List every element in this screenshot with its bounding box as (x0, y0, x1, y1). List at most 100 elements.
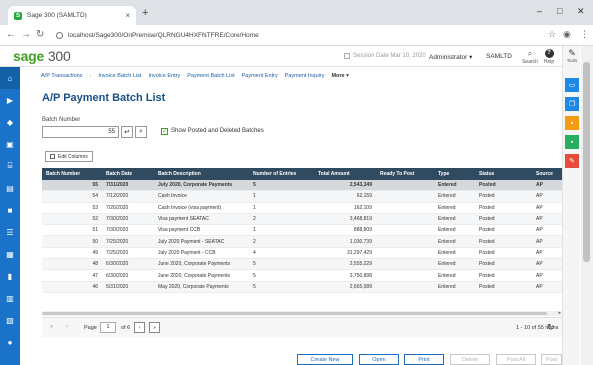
column-header-batch-number[interactable]: Batch Number (42, 171, 102, 177)
table-row[interactable]: 50 7/25/2020 July 2020 Payment - SEATAC 2 1,… (42, 236, 562, 248)
subnav-more-menu[interactable]: More ▾ (331, 73, 348, 79)
sidebar-item-tax[interactable]: ▧ (0, 309, 20, 331)
sidebar-item-reports[interactable]: ▥ (0, 287, 20, 309)
sidebar-item-orders[interactable]: ☰ (0, 221, 20, 243)
table-row[interactable]: 48 6/30/2020 June 2020, Corporate Payments… (42, 259, 562, 271)
sidebar-item-accounts-payable[interactable]: ▶ (0, 89, 20, 111)
sidebar-item-home[interactable]: ⌂ (0, 67, 20, 89)
company-name[interactable]: SAMLTD (486, 53, 512, 60)
subnav-payment-inquiry[interactable]: Payment Inquiry (285, 73, 325, 79)
column-header-status[interactable]: Status (475, 171, 532, 177)
batch-number-input[interactable]: 55 (42, 126, 119, 138)
print-button[interactable]: Print (404, 354, 444, 365)
forward-arrow-icon[interactable]: → (21, 29, 31, 41)
first-page-icon[interactable]: « (50, 324, 53, 330)
browser-menu-icon[interactable]: ⋮ (580, 29, 589, 40)
bookmark-star-icon[interactable]: ☆ (548, 29, 556, 40)
create-new-button[interactable]: Create New (297, 354, 353, 365)
tool-rail: ✎ Tools ▭ ❐ ▪ ▪ ✎ (562, 46, 580, 365)
cell-status: Posted (479, 261, 495, 268)
open-button[interactable]: Open (359, 354, 399, 365)
prev-page-icon[interactable]: ‹ (66, 324, 68, 330)
cell-status: Posted (479, 182, 496, 189)
cell-source: AP (536, 272, 543, 279)
header-help-button[interactable]: ? Help (541, 49, 557, 65)
column-header-total-amount[interactable]: Total Amount (314, 171, 376, 177)
page-number-input[interactable]: 1 (100, 322, 116, 333)
column-header-ready-to-post[interactable]: Ready To Post (376, 171, 434, 177)
table-row[interactable]: 55 7/31/2020 July 2020, Corporate Payments… (42, 180, 562, 192)
post-button[interactable]: Post (541, 354, 562, 365)
table-row[interactable]: 49 7/25/2020 July 2020 Payment - CCB 4 31,29… (42, 248, 562, 260)
sidebar-item-receivables[interactable]: ◆ (0, 111, 20, 133)
sidebar-item-folders[interactable]: ■ (0, 199, 20, 221)
column-header-batch-date[interactable]: Batch Date (102, 171, 154, 177)
rail-window-icon[interactable]: ▭ (565, 78, 579, 92)
cell-status: Posted (479, 272, 495, 279)
sidebar-item-settings[interactable]: ● (0, 331, 20, 353)
tools-button[interactable]: ✎ Tools (563, 48, 581, 63)
breadcrumb-ap-transactions[interactable]: A/P Transactions (41, 73, 82, 79)
column-header-number-of-entries[interactable]: Number of Entries (249, 171, 314, 177)
delete-button[interactable]: Delete (450, 354, 490, 365)
sidebar-item-inventory[interactable]: ▤ (0, 177, 20, 199)
table-row[interactable]: 47 6/30/2020 June 2020, Corporate Payments… (42, 270, 562, 282)
rail-note-icon[interactable]: ▪ (565, 116, 579, 130)
page-scrollbar-thumb[interactable] (583, 62, 590, 262)
site-info-icon[interactable] (56, 32, 63, 39)
subnav-payment-entry[interactable]: Payment Entry (242, 73, 278, 79)
table-row[interactable]: 51 7/30/2020 Visa payment CCB 1 888,809 Enter… (42, 225, 562, 237)
column-header-type[interactable]: Type (434, 171, 475, 177)
subnav-invoice-entry[interactable]: Invoice Entry (148, 73, 180, 79)
cell-source: AP (536, 216, 543, 223)
last-page-button[interactable]: » (149, 322, 160, 333)
rail-edit-icon[interactable]: ✎ (565, 154, 579, 168)
scroll-right-icon[interactable]: ▸ (558, 310, 561, 316)
table-row[interactable]: 46 5/31/2020 May 2020, Corporate Payments 5… (42, 281, 562, 293)
sidebar-item-documents[interactable]: ▮ (0, 265, 20, 287)
column-header-source[interactable]: Source (532, 171, 562, 177)
post-all-button[interactable]: Post All (496, 354, 536, 365)
cell-batch-number: 54 (92, 193, 98, 200)
show-posted-checkbox[interactable]: ✓ (161, 128, 168, 135)
cell-batch-date: 7/26/2020 (106, 204, 129, 211)
cell-total-amount: 2,665,089 (349, 283, 372, 290)
table-row[interactable]: 52 7/30/2020 Visa payment SEATAC 2 3,468,819… (42, 213, 562, 226)
next-page-button[interactable]: › (134, 322, 145, 333)
new-tab-icon[interactable]: + (142, 8, 148, 19)
session-date[interactable]: Session Date Mar 10, 2020 (344, 53, 426, 59)
subnav-invoice-batch-list[interactable]: Invoice Batch List (98, 73, 141, 79)
back-arrow-icon[interactable]: ← (6, 29, 16, 41)
window-close-icon[interactable]: ✕ (577, 6, 585, 17)
rail-export-icon[interactable]: ▪ (565, 135, 579, 149)
batch-finder-button[interactable]: ⌕ (135, 126, 147, 138)
profile-icon[interactable]: ◉ (563, 29, 571, 40)
window-maximize-icon[interactable]: □ (557, 6, 562, 16)
tab-close-icon[interactable]: × (125, 11, 130, 20)
grid-scrollbar-thumb[interactable] (42, 312, 547, 315)
browser-tab[interactable]: S Sage 300 (SAMLTD) × (8, 6, 136, 25)
grid-horizontal-scrollbar[interactable]: ▸ (42, 310, 562, 316)
url-field[interactable]: localhost/Sage300/OnPremise/QLRNGU4HXFNT… (56, 28, 526, 43)
rail-copy-icon[interactable]: ❐ (565, 97, 579, 111)
cell-batch-number: 51 (92, 227, 98, 234)
cell-total-amount: 3,750,898 (349, 272, 372, 279)
logo-number: 300 (47, 48, 71, 64)
sidebar-item-bank[interactable]: ⌸ (0, 155, 20, 177)
batch-go-button[interactable]: ↵ (121, 126, 133, 138)
window-minimize-icon[interactable]: – (537, 6, 542, 16)
cell-type: Entered (438, 204, 456, 211)
refresh-icon[interactable]: ↻ (547, 322, 555, 333)
header-search-button[interactable]: ⌕ Search (522, 49, 538, 65)
page-total-label: of 6 (121, 325, 131, 331)
reload-icon[interactable]: ↻ (36, 29, 44, 41)
subnav-payment-batch-list[interactable]: Payment Batch List (187, 73, 234, 79)
edit-columns-button[interactable]: Edit Columns (45, 151, 93, 162)
sage-logo[interactable]: sage 300 (13, 48, 71, 64)
table-row[interactable]: 54 7/12/2020 Cash Invoice 1 62,159 Entered Pos… (42, 191, 562, 203)
sidebar-item-purchasing[interactable]: ▦ (0, 243, 20, 265)
sidebar-item-general-ledger[interactable]: ▣ (0, 133, 20, 155)
user-menu[interactable]: Administrator ▾ (429, 53, 472, 61)
table-row[interactable]: 53 7/26/2020 Cash Invoice (visa payment) 1 1… (42, 203, 562, 214)
column-header-batch-description[interactable]: Batch Description (154, 171, 249, 177)
